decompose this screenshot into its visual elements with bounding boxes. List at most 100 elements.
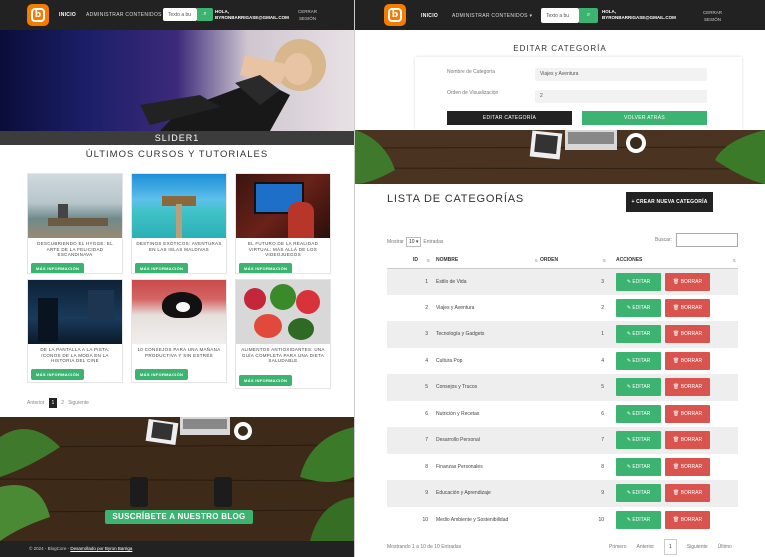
delete-button[interactable]: 🗑 BORRAR [665,298,710,317]
table-search-label: Buscar: [655,237,672,243]
cell-actions: ✎ EDITAR 🗑 BORRAR [608,427,738,454]
article-card[interactable]: 10 CONSEJOS PARA UNA MAÑANA PRODUCTIVA Y… [131,279,227,383]
cell-order: 7 [540,427,608,454]
card-title: ALIMENTOS ANTIOXIDANTES: UNA GUÍA COMPLE… [241,347,325,363]
edit-button[interactable]: ✎ EDITAR [616,272,661,291]
edit-button[interactable]: ✎ EDITAR [616,351,661,370]
delete-button[interactable]: 🗑 BORRAR [665,404,710,423]
fitness-woman-image [140,39,326,131]
pager-next[interactable]: Siguiente [687,544,708,550]
cell-actions: ✎ EDITAR 🗑 BORRAR [608,480,738,507]
search-button[interactable]: ⌕ [197,8,213,21]
subscribe-button[interactable]: SUSCRÍBETE A NUESTRO BLOG [105,510,253,524]
cell-id: 2 [387,294,432,321]
footer-author-link[interactable]: Desarrollado por Byron Barriga [70,546,132,551]
category-name-field[interactable]: Viajes y Aventura [535,68,707,81]
pager-current[interactable]: 1 [48,398,58,408]
edit-button[interactable]: ✎ EDITAR [616,457,661,476]
cell-actions: ✎ EDITAR 🗑 BORRAR [608,347,738,374]
cell-id: 7 [387,427,432,454]
edit-button[interactable]: ✎ EDITAR [616,325,661,344]
delete-button[interactable]: 🗑 BORRAR [665,510,710,529]
cell-actions: ✎ EDITAR 🗑 BORRAR [608,400,738,427]
article-card[interactable]: ALIMENTOS ANTIOXIDANTES: UNA GUÍA COMPLE… [235,279,331,389]
delete-button[interactable]: 🗑 BORRAR [665,484,710,503]
go-back-button[interactable]: VOLVER ATRÁS [582,111,707,125]
section-title: ÚLTIMOS CURSOS Y TUTORIALES [85,149,269,160]
cell-order: 2 [540,294,608,321]
delete-button[interactable]: 🗑 BORRAR [665,272,710,291]
table-pagination: Primero Anterior 1 Siguiente Último [609,539,732,555]
more-info-button[interactable]: MÁS INFORMACIÓN [239,375,293,386]
table-row: 10 Medio Ambiente y Sostenibilidad 10 ✎ … [387,506,738,533]
search-input[interactable]: Texto a bu [163,8,197,21]
edit-button[interactable]: ✎ EDITAR [616,298,661,317]
blogger-logo-icon[interactable]: b [27,4,49,26]
footer: © 2024 - BlogCore - Desarrollado por Byr… [0,541,354,557]
create-category-button[interactable]: + CREAR NUEVA CATEGORÍA [626,192,713,212]
blogger-logo-icon[interactable]: b [384,4,406,26]
more-info-button[interactable]: MÁS INFORMACIÓN [31,263,85,273]
delete-button[interactable]: 🗑 BORRAR [665,378,710,397]
delete-button[interactable]: 🗑 BORRAR [665,457,710,476]
more-info-button[interactable]: MÁS INFORMACIÓN [135,369,189,380]
article-card[interactable]: DE LA PANTALLA A LA PISTA: ICONOS DE LA … [27,279,123,383]
edit-button[interactable]: ✎ EDITAR [616,510,661,529]
column-header-actions[interactable]: ACCIONES ⇅ [608,253,738,269]
search-button[interactable]: ⌕ [579,8,598,23]
search-input[interactable]: Texto a bu [541,8,579,23]
logout-link[interactable]: CERRAR SESIÓN [703,9,722,23]
table-info: Mostrando 1 a 10 de 10 Entradas [387,544,462,550]
edit-button[interactable]: ✎ EDITAR [616,378,661,397]
article-card[interactable]: EL FUTURO DE LA REALIDAD VIRTUAL: MÁS AL… [235,173,331,274]
pager-current[interactable]: 1 [664,539,677,555]
cell-actions: ✎ EDITAR 🗑 BORRAR [608,268,738,295]
cell-actions: ✎ EDITAR 🗑 BORRAR [608,294,738,321]
logout-link[interactable]: CERRAR SESIÓN [298,8,317,22]
pager-prev[interactable]: Anterior [27,400,45,406]
display-order-field[interactable]: 2 [535,90,707,103]
delete-button[interactable]: 🗑 BORRAR [665,351,710,370]
table-search-input[interactable] [676,233,738,247]
page-length-select[interactable]: 10 ▾ [405,237,422,247]
pager-page-2[interactable]: 2 [61,400,64,406]
table-row: 4 Cultura Pop 4 ✎ EDITAR 🗑 BORRAR [387,347,738,374]
nav-admin-dropdown[interactable]: ADMINISTRAR CONTENIDOS ▾ [452,13,532,19]
admin-category-panel: b INICIO ADMINISTRAR CONTENIDOS ▾ Texto … [355,0,765,557]
more-info-button[interactable]: MÁS INFORMACIÓN [239,263,293,273]
column-header-name[interactable]: NOMBRE ⇅ [432,253,540,269]
user-greeting: HOLA, BYRONBARRIGASE@GMAIL.COM [602,9,676,20]
pager-next[interactable]: Siguiente [68,400,89,406]
cell-actions: ✎ EDITAR 🗑 BORRAR [608,321,738,348]
column-header-id[interactable]: ID ⇅ [387,253,432,269]
article-card[interactable]: DESTINOS EXÓTICOS: AVENTURAS EN LAS ISLA… [131,173,227,274]
card-image [28,174,122,238]
nav-inicio[interactable]: INICIO [59,12,76,18]
sort-icon: ⇅ [732,258,736,263]
more-info-button[interactable]: MÁS INFORMACIÓN [31,369,85,380]
pager-prev[interactable]: Anterior [637,544,655,550]
edit-button[interactable]: ✎ EDITAR [616,431,661,450]
edit-form-title: EDITAR CATEGORÍA [513,44,607,53]
nav-admin-dropdown[interactable]: ADMINISTRAR CONTENIDOS ▾ [86,12,166,18]
column-header-order[interactable]: ORDEN ⇅ [540,253,608,269]
card-title: EL FUTURO DE LA REALIDAD VIRTUAL: MÁS AL… [247,241,319,257]
more-info-button[interactable]: MÁS INFORMACIÓN [135,263,189,273]
entries-label: Entradas [423,239,444,245]
edit-category-button[interactable]: EDITAR CATEGORÍA [447,111,572,125]
delete-button[interactable]: 🗑 BORRAR [665,431,710,450]
cell-order: 6 [540,400,608,427]
screenshot-root: b INICIO ADMINISTRAR CONTENIDOS ▾ Texto … [0,0,765,557]
pager-first[interactable]: Primero [609,544,627,550]
nav-inicio[interactable]: INICIO [421,13,438,19]
cell-name: Nutrición y Recetas [432,400,540,427]
table-row: 8 Finanzas Personales 8 ✎ EDITAR 🗑 BORRAR [387,453,738,480]
article-card[interactable]: DESCUBRIENDO EL HYGGE: EL ARTE DE LA FEL… [27,173,123,274]
delete-button[interactable]: 🗑 BORRAR [665,325,710,344]
desk-banner-image [355,130,765,184]
cell-name: Finanzas Personales [432,453,540,480]
edit-button[interactable]: ✎ EDITAR [616,404,661,423]
pager-last[interactable]: Último [718,544,732,550]
edit-button[interactable]: ✎ EDITAR [616,484,661,503]
card-title: DE LA PANTALLA A LA PISTA: ICONOS DE LA … [40,347,110,363]
